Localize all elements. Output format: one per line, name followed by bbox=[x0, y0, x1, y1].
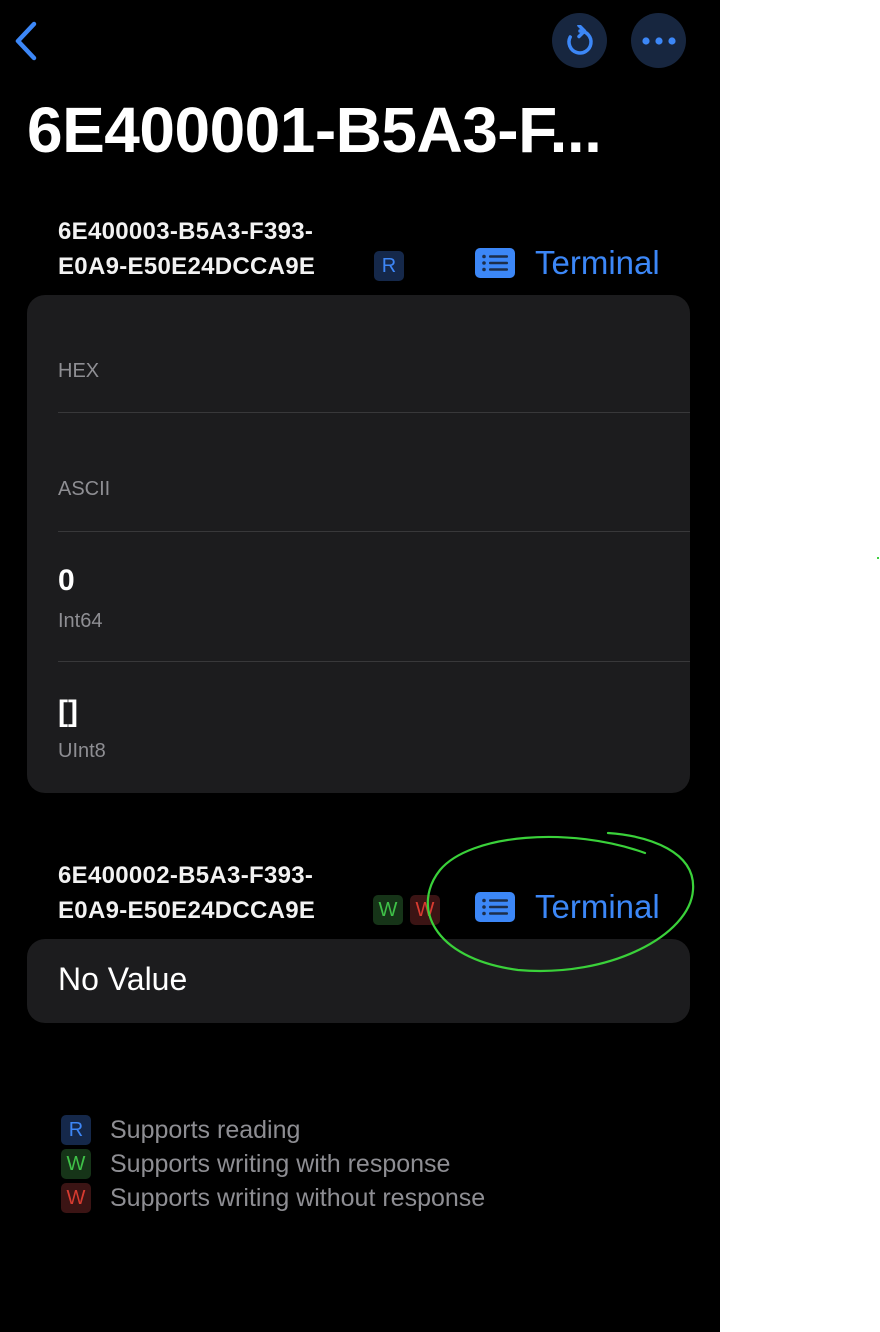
row-label: UInt8 bbox=[58, 740, 106, 762]
legend-item-write-no-response: W Supports writing without response bbox=[61, 1183, 561, 1213]
list-icon bbox=[475, 248, 515, 278]
annotation-dot bbox=[877, 557, 879, 559]
characteristic-header: 6E400003-B5A3-F393- E0A9-E50E24DCCA9E R … bbox=[0, 214, 720, 284]
value-card: HEX ASCII 0 Int64 [] UInt8 bbox=[27, 295, 690, 793]
app-screen: 6E400001-B5A3-F... 6E400003-B5A3-F393- E… bbox=[0, 0, 720, 1332]
list-icon bbox=[475, 892, 515, 922]
write-badge: W bbox=[61, 1149, 91, 1179]
write-no-response-badge: W bbox=[410, 895, 440, 925]
hex-row[interactable]: HEX bbox=[58, 295, 690, 413]
chevron-left-icon bbox=[15, 21, 37, 61]
read-badge: R bbox=[61, 1115, 91, 1145]
value-card[interactable]: No Value bbox=[27, 939, 690, 1023]
legend-text: Supports writing with response bbox=[110, 1150, 451, 1178]
uint8-row[interactable]: [] UInt8 bbox=[58, 662, 690, 793]
write-no-response-badge: W bbox=[61, 1183, 91, 1213]
write-badge: W bbox=[373, 895, 403, 925]
row-label: HEX bbox=[58, 360, 100, 382]
row-label: ASCII bbox=[58, 478, 111, 500]
characteristic-uuid: 6E400003-B5A3-F393- E0A9-E50E24DCCA9E bbox=[58, 218, 316, 280]
more-button[interactable] bbox=[631, 13, 686, 68]
characteristic-header: 6E400002-B5A3-F393- E0A9-E50E24DCCA9E W … bbox=[0, 858, 720, 928]
terminal-button[interactable]: Terminal bbox=[475, 243, 660, 283]
characteristic-uuid: 6E400002-B5A3-F393- E0A9-E50E24DCCA9E bbox=[58, 862, 316, 924]
terminal-label: Terminal bbox=[535, 888, 660, 925]
read-badge: R bbox=[374, 251, 404, 281]
legend-item-read: R Supports reading bbox=[61, 1115, 561, 1145]
back-button[interactable] bbox=[8, 18, 44, 64]
legend-text: Supports writing without response bbox=[110, 1184, 486, 1212]
page-title: 6E400001-B5A3-F... bbox=[27, 94, 602, 166]
ellipsis-icon bbox=[641, 36, 676, 45]
legend-item-write: W Supports writing with response bbox=[61, 1149, 561, 1179]
terminal-button[interactable]: Terminal bbox=[475, 887, 660, 927]
row-value: [] bbox=[58, 695, 78, 728]
int64-row[interactable]: 0 Int64 bbox=[58, 532, 690, 662]
legend-text: Supports reading bbox=[110, 1116, 301, 1144]
refresh-icon bbox=[566, 24, 593, 55]
refresh-button[interactable] bbox=[552, 13, 607, 68]
ascii-row[interactable]: ASCII bbox=[58, 413, 690, 531]
row-label: Int64 bbox=[58, 610, 103, 632]
row-value: 0 bbox=[58, 564, 75, 597]
terminal-label: Terminal bbox=[535, 244, 660, 281]
no-value-text: No Value bbox=[58, 961, 188, 997]
